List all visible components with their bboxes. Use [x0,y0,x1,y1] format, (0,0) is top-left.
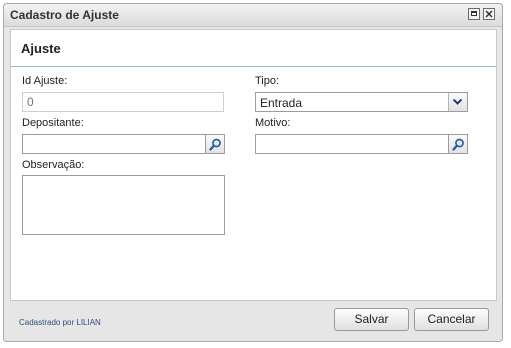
depositante-label: Depositante: [22,117,84,129]
chevron-down-icon[interactable] [448,93,467,111]
tipo-selected-value: Entrada [260,96,303,110]
close-icon[interactable] [483,8,495,20]
id-ajuste-label: Id Ajuste: [22,75,68,87]
depositante-input[interactable] [22,134,206,154]
window-title: Cadastro de Ajuste [10,8,119,22]
tipo-label: Tipo: [255,75,280,87]
save-button[interactable]: Salvar [334,308,409,331]
tipo-select[interactable]: Entrada [255,92,468,112]
cancel-button[interactable]: Cancelar [414,308,489,331]
id-ajuste-input[interactable] [22,92,224,112]
motivo-input[interactable] [255,134,449,154]
observacao-textarea[interactable] [22,175,225,235]
depositante-search-button[interactable] [206,134,225,154]
search-icon [209,138,221,151]
title-bar[interactable]: Cadastro de Ajuste [4,4,502,27]
dialog-window: Cadastro de Ajuste Ajuste Id Ajuste: Tip… [3,3,503,342]
motivo-search-button[interactable] [449,134,468,154]
search-icon [452,138,464,151]
form-panel: Ajuste Id Ajuste: Tipo: Entrada Deposita… [10,29,497,301]
created-by-text: Cadastrado por LILIAN [19,318,101,327]
motivo-label: Motivo: [255,117,291,129]
observacao-label: Observação: [22,159,85,171]
maximize-icon[interactable] [468,8,480,20]
panel-header: Ajuste [11,30,496,67]
panel-title: Ajuste [21,41,61,56]
